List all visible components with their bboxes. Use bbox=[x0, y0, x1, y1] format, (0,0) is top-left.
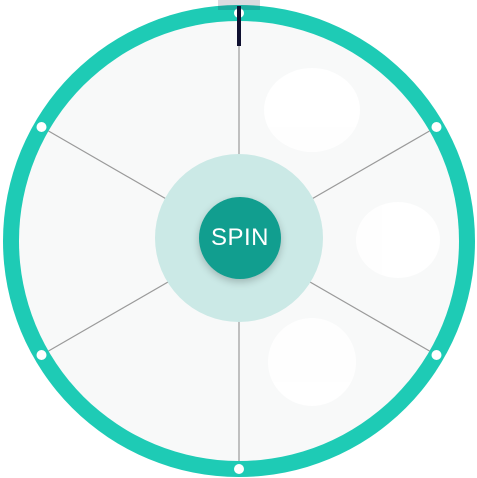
spin-button-label: SPIN bbox=[210, 224, 269, 251]
rim-pin bbox=[431, 122, 442, 132]
spin-wheel-game: SPIN bbox=[0, 0, 477, 478]
rim-pin bbox=[234, 464, 244, 474]
segment-blob bbox=[356, 202, 440, 278]
rim-pin bbox=[431, 350, 442, 360]
spin-button[interactable]: SPIN bbox=[199, 197, 281, 279]
rim-pin bbox=[36, 350, 47, 360]
segment-blob bbox=[268, 318, 356, 406]
rim-pin bbox=[36, 122, 47, 132]
segment-blob bbox=[264, 68, 360, 152]
